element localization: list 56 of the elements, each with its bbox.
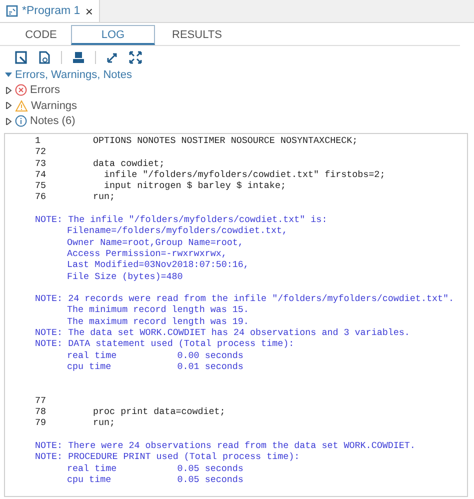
popout-icon[interactable] [106, 51, 119, 64]
warning-icon [15, 100, 28, 112]
note-line: NOTE: 24 records were read from the infile "/folders/myfolders/cowdiet.txt". [35, 293, 454, 304]
file-tab-title: *Program 1 [22, 5, 80, 17]
note-line: The minimum record length was 15. [66, 304, 249, 316]
note-line: real time 0.05 seconds [66, 462, 244, 474]
code-line: OPTIONS NONOTES NOSTIMER NOSOURCE NOSYNTAXCHECK; [93, 135, 358, 146]
program-icon [6, 5, 18, 17]
close-button[interactable]: × [85, 4, 93, 18]
error-icon [15, 84, 27, 96]
line-number: 74 [35, 168, 48, 180]
note-line: real time 0.00 seconds [66, 350, 244, 361]
note-line: NOTE: The infile "/folders/myfolders/cowdiet.txt" is: [35, 214, 328, 226]
info-icon [15, 115, 27, 128]
note-line: NOTE: PROCEDURE PRINT used (Total process time): [35, 451, 300, 463]
note-line: File Size (bytes)=480 [66, 270, 183, 282]
code-line: data cowdiet; [93, 158, 165, 169]
print-icon[interactable] [72, 51, 85, 64]
caret-right-icon[interactable] [5, 102, 12, 110]
line-number: 78 [35, 406, 48, 418]
note-line: NOTE: The data set WORK.COWDIET has 24 observations and 3 variables. [35, 327, 410, 338]
document-icon[interactable] [38, 51, 51, 64]
note-line: Owner Name=root,Group Name=root, [66, 236, 244, 248]
caret-right-icon[interactable] [5, 118, 12, 125]
note-line: NOTE: DATA statement used (Total process time): [35, 338, 294, 350]
code-line: infile "/folders/myfolders/cowdiet.txt" firstobs=2; [103, 168, 386, 180]
line-number: 75 [35, 180, 48, 192]
tree-item[interactable]: Errors [30, 84, 60, 96]
tree-item[interactable]: Notes (6) [30, 115, 76, 128]
line-number: 79 [35, 417, 48, 429]
note-line: Filename=/folders/myfolders/cowdiet.txt, [66, 225, 288, 237]
code-line: input nitrogen $ barley $ intake; [103, 180, 286, 192]
expand-icon[interactable] [129, 51, 142, 64]
note-line: Last Modified=03Nov2018:07:50:16, [66, 259, 249, 271]
save-icon[interactable] [15, 51, 28, 64]
tree-item[interactable]: Warnings [31, 100, 78, 112]
line-number: 1 [35, 135, 42, 146]
file-tab[interactable]: *Program 1 × [0, 0, 100, 22]
line-number: 76 [35, 191, 48, 203]
note-line: cpu time 0.05 seconds [66, 474, 244, 486]
caret-right-icon[interactable] [5, 86, 12, 94]
line-number: 77 [35, 394, 48, 406]
note-line: NOTE: There were 24 observations read from the data set WORK.COWDIET. [35, 440, 416, 452]
tab[interactable]: RESULTS [155, 25, 239, 45]
note-line: Access Permission=-rwxrwxrwx, [66, 248, 227, 260]
line-number: 72 [35, 146, 48, 158]
tree-item[interactable]: Errors, Warnings, Notes [15, 68, 132, 81]
code-line: run; [93, 417, 116, 429]
tab[interactable]: LOG [71, 25, 155, 45]
note-line: cpu time 0.01 seconds [66, 360, 244, 372]
caret-down-icon[interactable] [5, 71, 12, 78]
code-line: proc print data=cowdiet; [93, 406, 226, 418]
note-line: The maximum record length was 19. [66, 316, 249, 328]
code-line: run; [93, 191, 116, 203]
line-number: 73 [35, 158, 48, 169]
tab[interactable]: CODE [11, 25, 71, 45]
